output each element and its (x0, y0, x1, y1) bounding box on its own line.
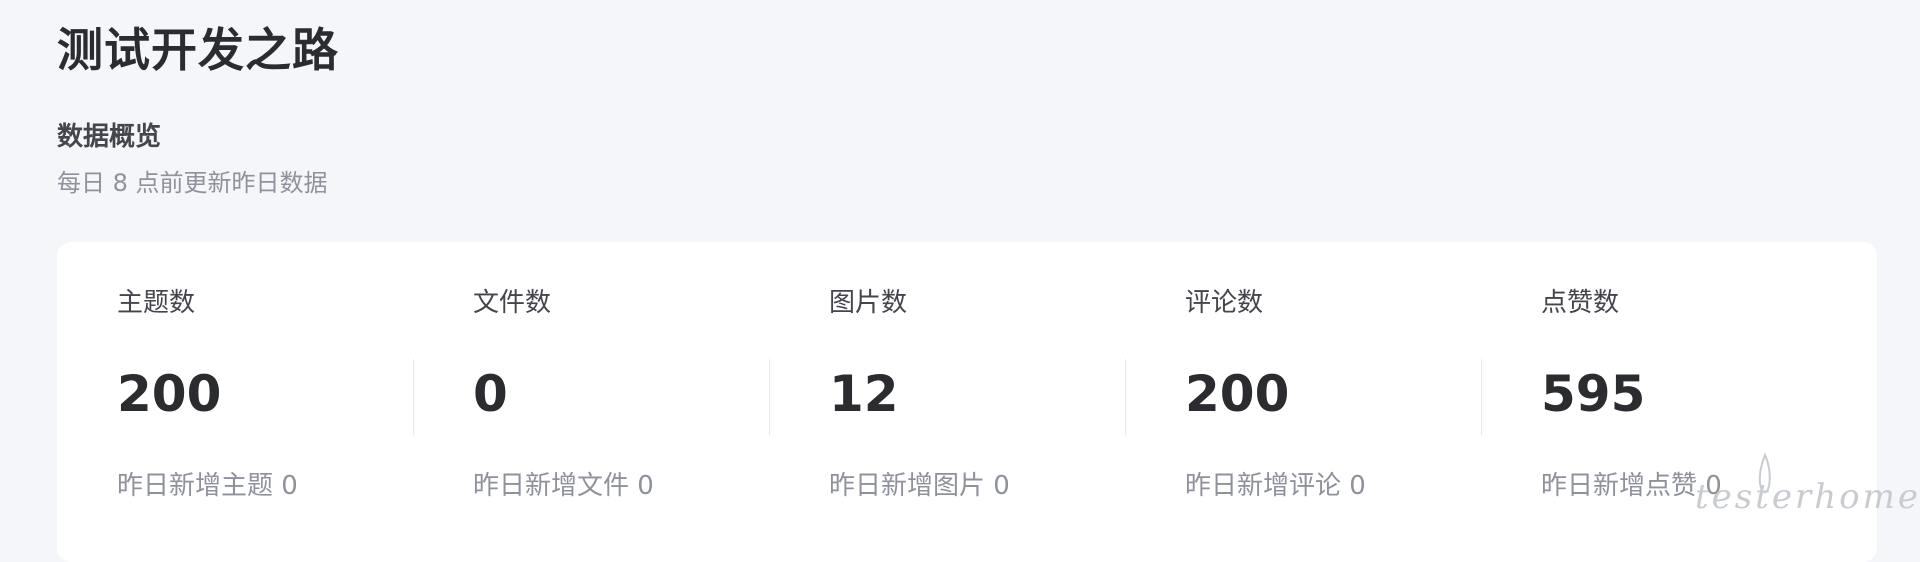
stat-delta: 昨日新增文件 0 (473, 471, 654, 501)
stat-value: 0 (473, 365, 508, 423)
stat-delta: 昨日新增主题 0 (117, 471, 298, 501)
stat-comments: 评论数 200 昨日新增评论 0 (1125, 242, 1481, 562)
stat-value: 200 (117, 365, 222, 423)
stat-likes: 点赞数 595 昨日新增点赞 0 (1481, 242, 1837, 562)
stat-topics: 主题数 200 昨日新增主题 0 (57, 242, 413, 562)
stat-delta: 昨日新增点赞 0 (1541, 471, 1722, 501)
overview-subtitle: 每日 8 点前更新昨日数据 (57, 169, 328, 197)
stats-card: 主题数 200 昨日新增主题 0 文件数 0 昨日新增文件 0 图片数 12 昨… (57, 242, 1877, 562)
stat-delta: 昨日新增评论 0 (1185, 471, 1366, 501)
stat-value: 595 (1541, 365, 1646, 423)
stat-value: 12 (829, 365, 899, 423)
overview-title: 数据概览 (57, 122, 162, 152)
page-title: 测试开发之路 (57, 23, 339, 77)
stat-value: 200 (1185, 365, 1290, 423)
stat-label: 主题数 (117, 288, 196, 318)
stat-files: 文件数 0 昨日新增文件 0 (413, 242, 769, 562)
stat-label: 图片数 (829, 288, 908, 318)
stat-images: 图片数 12 昨日新增图片 0 (769, 242, 1125, 562)
stat-label: 点赞数 (1541, 288, 1620, 318)
stat-label: 文件数 (473, 288, 552, 318)
stat-delta: 昨日新增图片 0 (829, 471, 1010, 501)
stat-label: 评论数 (1185, 288, 1264, 318)
